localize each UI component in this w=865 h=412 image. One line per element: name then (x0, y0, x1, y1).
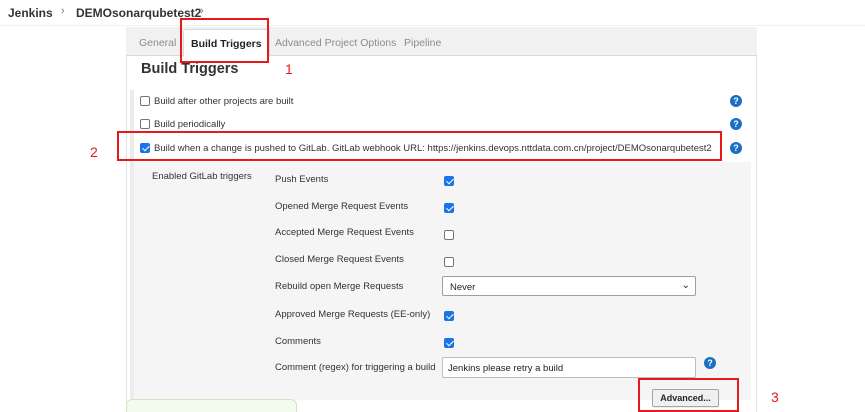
annotation-box-1 (180, 18, 269, 63)
trigger-label: Build periodically (154, 119, 226, 130)
annotation-box-3 (638, 378, 739, 412)
comment-regex-label: Comment (regex) for triggering a build (275, 362, 436, 373)
closed-mr-events-label: Closed Merge Request Events (275, 254, 404, 265)
comments-label: Comments (275, 336, 321, 347)
help-icon[interactable]: ? (730, 118, 742, 130)
tab-pipeline[interactable]: Pipeline (404, 37, 441, 49)
accepted-mr-events-checkbox[interactable] (444, 230, 454, 240)
trigger-after-other-projects[interactable]: Build after other projects are built (140, 96, 293, 107)
rebuild-open-mr-select[interactable]: Never ⌄ (442, 276, 696, 296)
opened-mr-events-label: Opened Merge Request Events (275, 201, 409, 212)
annotation-number-3: 3 (771, 389, 779, 405)
closed-mr-events-checkbox[interactable] (444, 257, 454, 267)
annotation-box-2 (117, 131, 722, 161)
tab-general[interactable]: General (139, 37, 176, 49)
chevron-down-icon: ⌄ (681, 280, 690, 291)
opened-mr-events-checkbox[interactable] (444, 203, 454, 213)
help-icon[interactable]: ? (704, 357, 716, 369)
tab-advanced-project-options[interactable]: Advanced Project Options (275, 37, 396, 49)
breadcrumb: Jenkins › DEMOsonarqubetest2 › (0, 0, 865, 26)
approved-mr-checkbox[interactable] (444, 311, 454, 321)
notification-bubble (126, 399, 297, 412)
section-title: Build Triggers (141, 61, 239, 77)
enabled-gitlab-triggers-label: Enabled GitLab triggers (152, 171, 252, 182)
comments-checkbox[interactable] (444, 338, 454, 348)
annotation-number-2: 2 (90, 144, 98, 160)
breadcrumb-separator-icon[interactable]: › (200, 5, 204, 17)
trigger-label: Build after other projects are built (154, 96, 294, 107)
checkbox-icon[interactable] (140, 119, 150, 129)
rebuild-open-mr-label: Rebuild open Merge Requests (275, 281, 404, 292)
approved-mr-label: Approved Merge Requests (EE-only) (275, 309, 431, 320)
comment-regex-input[interactable]: Jenkins please retry a build (442, 357, 696, 378)
rebuild-open-mr-value: Never (450, 282, 476, 293)
trigger-build-periodically[interactable]: Build periodically (140, 119, 225, 130)
help-icon[interactable]: ? (730, 95, 742, 107)
push-events-checkbox[interactable] (444, 176, 454, 186)
breadcrumb-separator-icon: › (61, 5, 65, 17)
push-events-label: Push Events (275, 174, 329, 185)
annotation-number-1: 1 (285, 61, 293, 77)
help-icon[interactable]: ? (730, 142, 742, 154)
accepted-mr-events-label: Accepted Merge Request Events (275, 227, 414, 238)
checkbox-icon[interactable] (140, 96, 150, 106)
breadcrumb-jenkins-link[interactable]: Jenkins (8, 6, 53, 20)
